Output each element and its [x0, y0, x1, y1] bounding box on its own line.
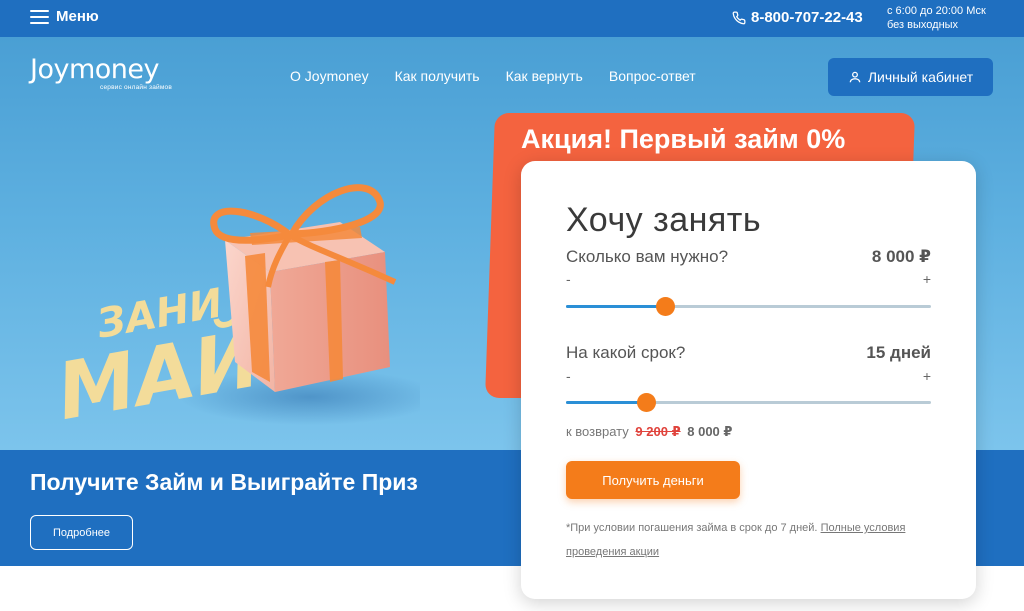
hamburger-icon [30, 9, 49, 24]
calculator-title: Хочу занять [566, 201, 762, 239]
hours-line-2: без выходных [887, 19, 959, 31]
promo-note: *При условии погашения займа в срок до 7… [566, 516, 936, 564]
nav-about[interactable]: О Joymoney [290, 68, 369, 84]
logo[interactable]: Joymoney сервис онлайн займов [30, 54, 173, 92]
working-hours: с 6:00 до 20:00 Мск без выходных [887, 4, 986, 32]
term-slider-fill [566, 401, 647, 404]
term-increase-button[interactable]: + [923, 368, 931, 384]
main-nav: О Joymoney Как получить Как вернуть Вопр… [290, 68, 696, 84]
phone-icon [732, 11, 746, 24]
amount-slider[interactable] [566, 297, 931, 316]
amount-slider-fill [566, 305, 665, 308]
amount-decrease-button[interactable]: - [566, 271, 571, 287]
user-icon [849, 71, 861, 83]
amount-slider-handle[interactable] [655, 297, 675, 316]
phone-link[interactable]: 8-800-707-22-43 [732, 9, 863, 26]
hours-line-1: с 6:00 до 20:00 Мск [887, 5, 986, 17]
term-slider-handle[interactable] [637, 393, 657, 412]
amount-increase-button[interactable]: + [923, 271, 931, 287]
top-bar: Меню 8-800-707-22-43 с 6:00 до 20:00 Мск… [0, 0, 1024, 37]
personal-account-label: Личный кабинет [867, 69, 974, 85]
term-decrease-button[interactable]: - [566, 368, 571, 384]
logo-text: Joymoney [30, 54, 159, 85]
amount-value: 8 000 ₽ [871, 247, 931, 266]
more-button[interactable]: Подробнее [30, 515, 133, 550]
promo-note-text: *При условии погашения займа в срок до 7… [566, 522, 818, 534]
logo-subtitle: сервис онлайн займов [100, 84, 173, 91]
personal-account-button[interactable]: Личный кабинет [828, 58, 993, 96]
return-label: к возврату [566, 424, 629, 439]
term-value: 15 дней [866, 343, 931, 362]
nav-how-to-get[interactable]: Как получить [395, 68, 480, 84]
phone-number: 8-800-707-22-43 [751, 9, 863, 26]
return-amount: к возврату 9 200 ₽ 8 000 ₽ [566, 424, 732, 440]
promo-title: Акция! Первый займ 0% [521, 124, 846, 154]
promo-strip-title: Получите Займ и Выиграйте Приз [30, 469, 418, 495]
menu-button[interactable]: Меню [30, 8, 99, 25]
gift-illustration: ЗАНИ МАЙ [50, 184, 420, 438]
loan-calculator: Хочу занять Сколько вам нужно? 8 000 ₽ -… [521, 161, 976, 599]
return-old-amount: 9 200 ₽ [635, 424, 681, 439]
amount-label: Сколько вам нужно? [566, 247, 729, 266]
get-money-button[interactable]: Получить деньги [566, 461, 740, 499]
term-label: На какой срок? [566, 343, 686, 362]
nav-how-to-return[interactable]: Как вернуть [506, 68, 583, 84]
nav-faq[interactable]: Вопрос-ответ [609, 68, 696, 84]
return-new-amount: 8 000 ₽ [687, 424, 733, 439]
menu-label: Меню [56, 8, 99, 25]
term-slider[interactable] [566, 393, 931, 412]
